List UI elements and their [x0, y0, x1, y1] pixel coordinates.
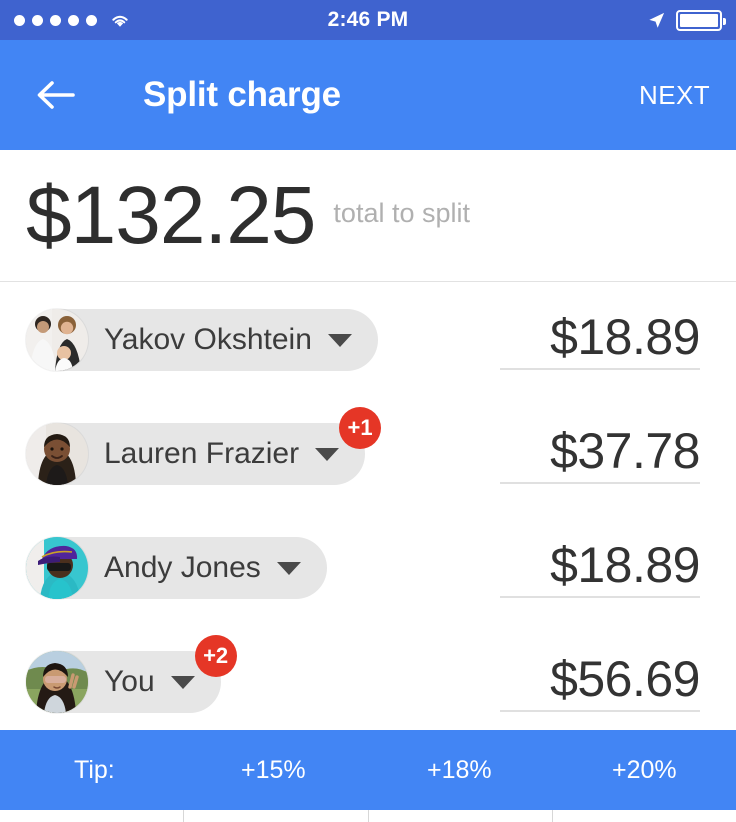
- amount-underline: [500, 482, 700, 484]
- chevron-down-icon[interactable]: [276, 561, 301, 575]
- bottom-cell: [184, 810, 369, 822]
- back-arrow-icon: [37, 81, 75, 109]
- status-badge: +2: [194, 635, 237, 677]
- table-row: Lauren Frazier +1 $37.78: [0, 397, 736, 511]
- amount-value: $56.69: [550, 651, 700, 707]
- amount-underline: [500, 710, 700, 712]
- avatar: [26, 423, 88, 485]
- avatar: [26, 309, 88, 371]
- total-amount: $132.25: [26, 169, 316, 261]
- page-title: Split charge: [143, 75, 341, 114]
- avatar: [26, 651, 88, 713]
- bottom-cell: [0, 810, 185, 822]
- table-row: Andy Jones $18.89: [0, 511, 736, 625]
- person-name: Yakov Okshtein: [104, 323, 312, 356]
- tip-option-20[interactable]: +20%: [612, 756, 677, 785]
- amount-input-3[interactable]: $56.69: [500, 651, 701, 712]
- person-selector-2[interactable]: Andy Jones: [26, 537, 327, 599]
- woman-sunglasses-outdoor-avatar: [26, 651, 88, 713]
- avatar: [26, 537, 88, 599]
- amount-value: $18.89: [550, 309, 700, 365]
- total-caption: total to split: [333, 198, 470, 228]
- amount-underline: [500, 368, 700, 370]
- bottom-cell: [369, 810, 553, 822]
- amount-input-1[interactable]: $37.78: [500, 423, 701, 484]
- status-bar-right: [647, 9, 726, 31]
- back-button[interactable]: [28, 67, 84, 123]
- amount-input-0[interactable]: $18.89: [500, 309, 701, 370]
- status-bar-clock: 2:46 PM: [327, 8, 409, 31]
- tip-option-15[interactable]: +15%: [241, 756, 306, 785]
- tip-option-18[interactable]: +18%: [427, 756, 492, 785]
- person-selector-0[interactable]: Yakov Okshtein: [26, 309, 378, 371]
- person-selector-1[interactable]: Lauren Frazier +1: [26, 407, 382, 485]
- tip-label: Tip:: [74, 755, 115, 784]
- chevron-down-icon[interactable]: [327, 333, 352, 347]
- amount-value: $37.78: [550, 423, 700, 479]
- battery-fill: [680, 13, 718, 27]
- man-cap-sunglasses-avatar: [26, 537, 88, 599]
- person-name: Andy Jones: [104, 551, 261, 584]
- amount-underline: [500, 596, 700, 598]
- status-badge: +1: [339, 407, 382, 449]
- table-row: Yakov Okshtein $18.89: [0, 283, 736, 397]
- person-name: Lauren Frazier: [104, 437, 300, 470]
- woman-portrait-avatar: [26, 423, 88, 485]
- tip-bar: Tip: +15% +18% +20%: [0, 730, 736, 810]
- amount-value: $18.89: [550, 537, 700, 593]
- battery-full-icon: [676, 9, 726, 31]
- location-arrow-icon: [649, 12, 665, 28]
- app-bar: Split charge NEXT: [0, 40, 736, 150]
- split-charge-screen: 2:46 PM Split charge NEXT $132.25 total …: [0, 0, 736, 822]
- amount-input-2[interactable]: $18.89: [500, 537, 701, 598]
- bottom-partial-row: [0, 810, 736, 822]
- total-section: $132.25 total to split: [0, 150, 736, 282]
- bottom-cell: [553, 810, 736, 822]
- people-list: Yakov Okshtein $18.89 Lauren Frazier +1 …: [0, 283, 736, 733]
- chevron-down-icon[interactable]: [315, 447, 340, 461]
- chevron-down-icon[interactable]: [170, 675, 195, 689]
- person-name: You: [104, 665, 155, 698]
- table-row: You +2 $56.69: [0, 625, 736, 739]
- person-selector-3[interactable]: You +2: [26, 635, 237, 713]
- next-button[interactable]: NEXT: [639, 80, 710, 111]
- status-bar: 2:46 PM: [0, 0, 736, 40]
- family-photo-avatar: [26, 309, 88, 371]
